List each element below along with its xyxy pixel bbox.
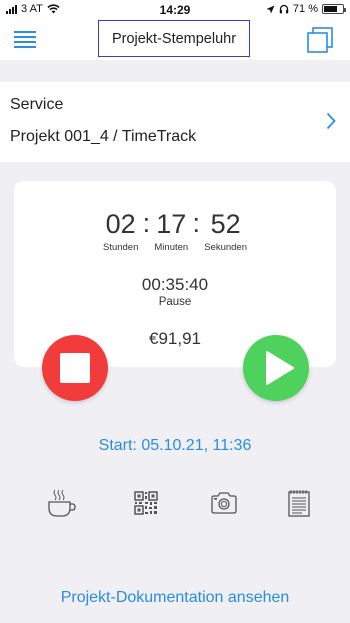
pause-time: 00:35:40 [141,275,209,294]
status-right: 71 % [266,3,346,15]
project-selector-row[interactable]: Service Projekt 001_4 / TimeTrack [0,82,350,162]
copy-icon[interactable] [306,26,334,54]
camera-icon[interactable] [209,488,239,518]
minutes-unit: 17 Minuten [154,208,188,253]
hours-label: Stunden [102,242,139,253]
minutes-label: Minuten [154,242,189,253]
headphones-icon [279,4,289,14]
minutes-value: 17 [156,209,187,239]
page-title: Projekt-Stempeluhr [98,20,250,57]
qr-code-icon[interactable] [131,488,161,518]
time-separator: : [142,208,151,238]
pause-label: Pause [158,296,192,308]
timer-display: 02 Stunden : 17 Minuten : 52 Sekunden [14,208,336,253]
status-bar: 3 AT 14:29 71 % [0,0,350,20]
nav-bar: Projekt-Stempeluhr [0,20,350,60]
project-name: Projekt 001_4 / TimeTrack [10,128,197,145]
seconds-value: 52 [210,209,241,239]
hours-value: 02 [105,209,136,239]
service-label: Service [10,96,64,113]
hamburger-menu-icon[interactable] [14,31,36,48]
chevron-right-icon [326,112,336,130]
play-button[interactable] [243,335,309,401]
stop-button[interactable] [42,335,108,401]
hours-unit: 02 Stunden [103,208,138,253]
coffee-icon[interactable] [46,488,76,518]
battery-fill [324,6,337,12]
battery-icon [322,4,346,14]
time-separator: : [192,208,200,238]
project-documentation-link[interactable]: Projekt-Dokumentation ansehen [0,589,350,607]
seconds-label: Sekunden [204,242,247,253]
start-timestamp[interactable]: Start: 05.10.21, 11:36 [0,437,350,455]
battery-percent: 71 % [292,3,318,15]
location-arrow-icon [266,5,275,13]
seconds-unit: 52 Sekunden [204,208,247,253]
play-icon [266,351,294,385]
stop-icon [60,353,90,383]
notes-icon[interactable] [284,488,314,518]
